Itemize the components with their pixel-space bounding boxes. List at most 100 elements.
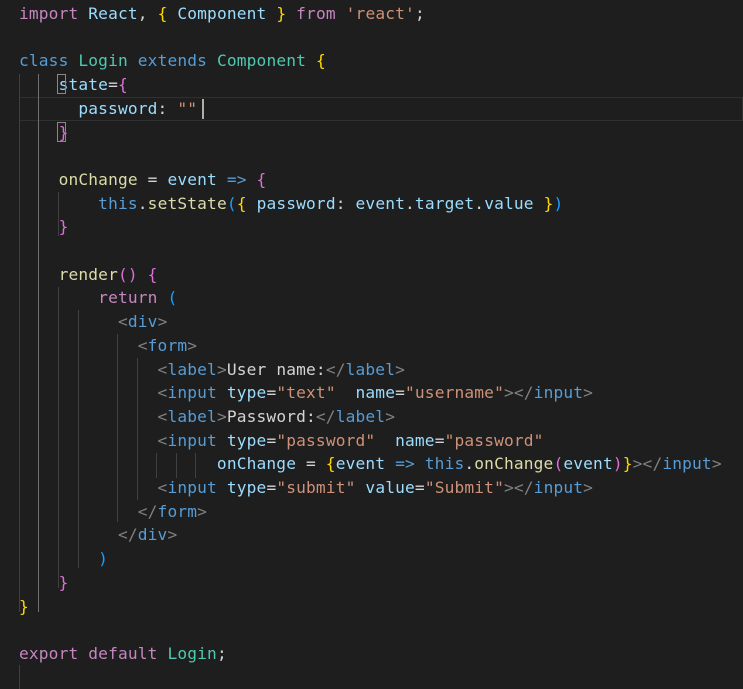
code-line[interactable]: <input type="password" name="password" — [19, 429, 544, 453]
code-token: = — [266, 383, 277, 403]
code-token: return — [98, 288, 158, 308]
code-line[interactable]: <label>Password:</label> — [19, 405, 395, 429]
code-token: } — [58, 217, 69, 237]
code-line[interactable]: render() { — [19, 263, 158, 287]
code-line[interactable]: } — [19, 595, 29, 619]
code-token: } — [276, 4, 287, 23]
code-token: input — [167, 478, 217, 497]
code-token: input — [167, 383, 217, 403]
code-token: => — [226, 169, 247, 189]
code-token: extends — [137, 51, 208, 71]
code-token: { — [315, 51, 326, 71]
code-token: </ — [117, 525, 138, 545]
code-token: : — [157, 98, 178, 118]
code-line[interactable]: } — [19, 571, 69, 595]
code-token: div — [137, 525, 168, 545]
code-line[interactable]: onChange = {event => this.onChange(event… — [19, 452, 722, 476]
code-token: > — [583, 383, 594, 403]
code-token: < — [137, 335, 148, 355]
code-token: type — [226, 478, 267, 497]
code-token: password — [256, 193, 336, 213]
code-line[interactable]: <label>User name:</label> — [19, 358, 405, 382]
code-token: ( — [167, 288, 178, 308]
code-token: < — [117, 312, 128, 332]
code-token: ; — [216, 643, 227, 663]
code-token: Login — [78, 51, 128, 71]
code-token: Component — [216, 51, 307, 71]
code-token: </ — [325, 359, 346, 379]
code-token: . — [405, 193, 415, 213]
code-token: ) — [612, 454, 623, 474]
code-line[interactable]: class Login extends Component { — [19, 49, 326, 73]
code-line[interactable]: password: "" — [19, 97, 207, 121]
code-token: "" — [177, 98, 198, 118]
code-token: label — [167, 406, 217, 426]
code-token: . — [474, 193, 485, 213]
code-line[interactable]: ) — [19, 547, 108, 571]
code-line[interactable]: return ( — [19, 286, 177, 310]
code-line[interactable]: this.setState({ password: event.target.v… — [19, 192, 563, 216]
code-token: ></ — [632, 454, 663, 474]
code-line[interactable]: state={ — [19, 73, 128, 97]
code-token: () — [117, 264, 138, 284]
code-line[interactable]: onChange = event => { — [19, 168, 267, 192]
code-token: render — [58, 264, 118, 284]
code-token: > — [395, 359, 405, 379]
code-token: = — [266, 430, 277, 450]
code-token: , — [137, 4, 158, 23]
code-token: = — [434, 430, 445, 450]
matching-bracket-close — [57, 122, 66, 142]
code-token: } — [543, 193, 554, 213]
code-token: label — [345, 359, 396, 379]
code-token: ; — [414, 4, 425, 23]
code-token: type — [226, 430, 267, 450]
code-line[interactable]: </form> — [19, 500, 207, 524]
code-token: ( — [553, 454, 564, 474]
code-token: form — [147, 335, 188, 355]
code-token: 'react' — [345, 4, 415, 23]
code-line[interactable]: } — [19, 215, 69, 239]
code-token: ></ — [503, 383, 534, 403]
code-token: onChange — [216, 454, 297, 474]
code-token: "password" — [444, 430, 544, 450]
code-line[interactable]: <input type="text" name="username"></inp… — [19, 381, 593, 405]
code-token: } — [622, 454, 633, 474]
code-token: ></ — [503, 478, 534, 497]
code-token: ) — [553, 193, 564, 213]
code-line[interactable]: export default Login; — [19, 642, 227, 666]
code-line[interactable]: </div> — [19, 523, 177, 547]
code-token: form — [157, 501, 198, 521]
code-token: label — [335, 406, 386, 426]
code-token: export — [19, 643, 79, 663]
code-editor[interactable]: import React, { Component } from 'react'… — [0, 0, 743, 689]
code-line[interactable]: import React, { Component } from 'react'… — [19, 2, 425, 26]
code-token: < — [157, 406, 168, 426]
code-token: < — [157, 359, 168, 379]
code-token: = — [266, 478, 277, 497]
code-token: event — [335, 454, 386, 474]
code-token: name — [355, 383, 396, 403]
code-line[interactable]: <input type="submit" value="Submit"></in… — [19, 476, 593, 500]
code-line[interactable]: <form> — [19, 334, 197, 358]
code-token: import — [19, 4, 79, 23]
code-token: target — [414, 193, 475, 213]
code-line[interactable]: <div> — [19, 310, 167, 334]
